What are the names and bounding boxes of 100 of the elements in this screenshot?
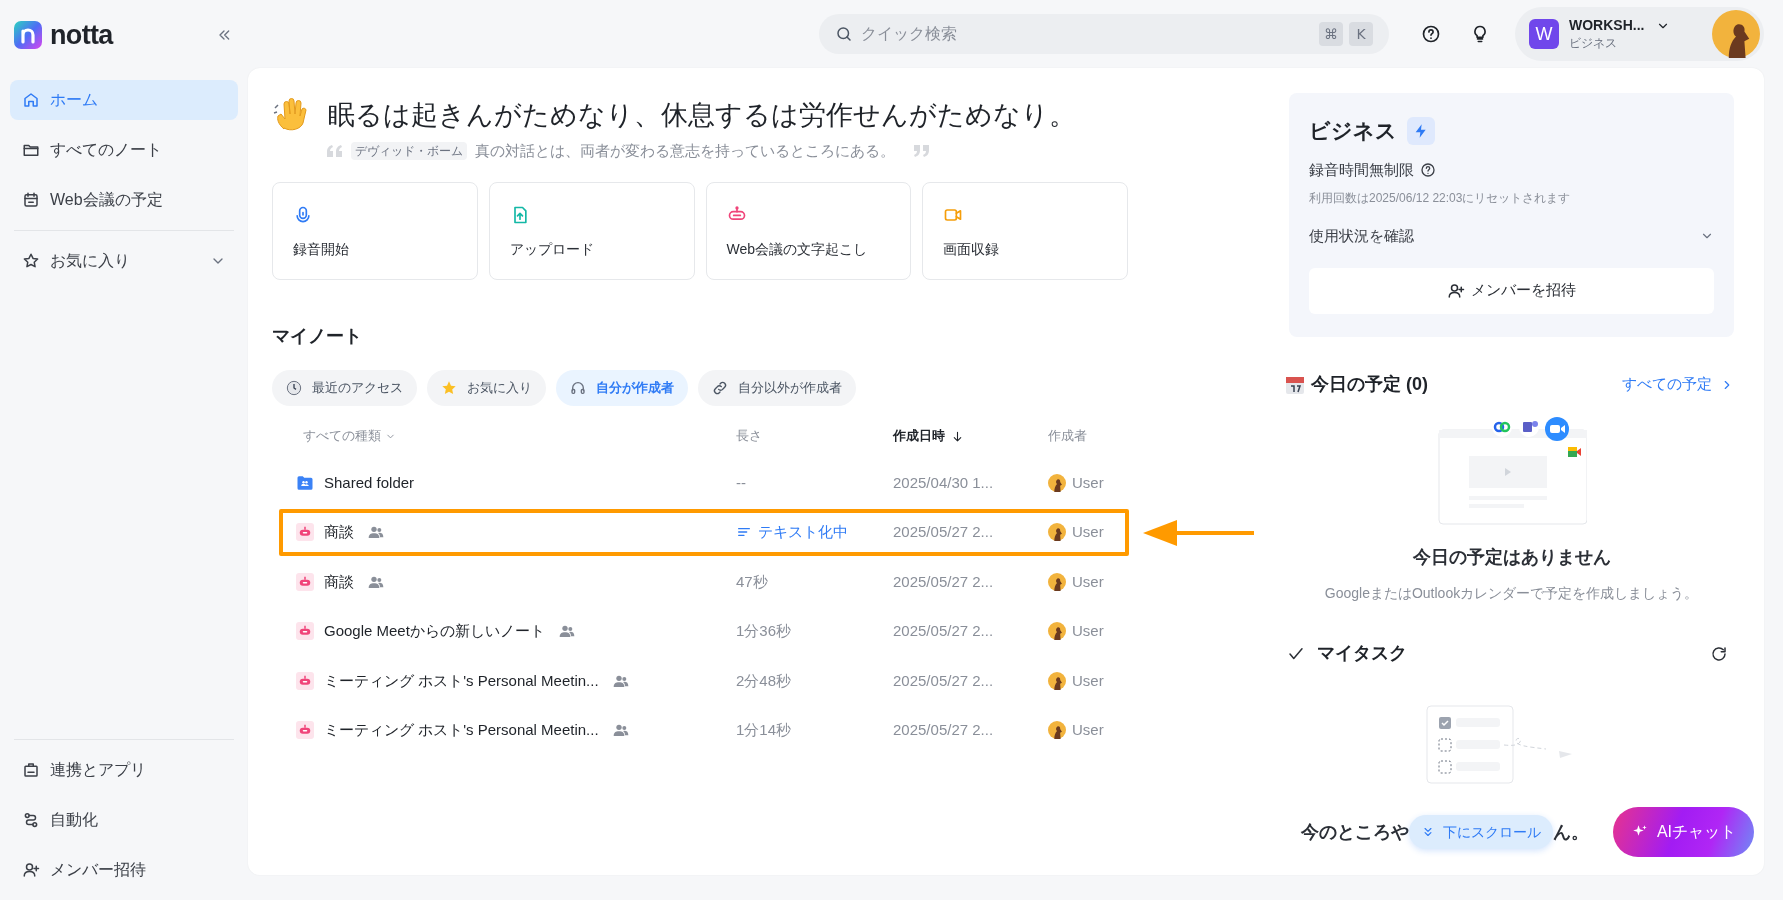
sidebar-item[interactable]: お気に入り: [10, 241, 238, 281]
calendar-icon: [1285, 374, 1305, 395]
note-robot-icon: [296, 721, 314, 740]
flow-icon: [22, 811, 40, 829]
close-quote-icon: [913, 144, 929, 157]
calendar-icon: [22, 191, 40, 209]
plan-title: ビジネス: [1309, 118, 1397, 144]
action-card[interactable]: 録音開始: [272, 182, 478, 280]
logo-icon: [14, 21, 42, 49]
quote-text: 真の対話とは、両者が変わる意志を持っているところにある。: [475, 140, 895, 161]
quote-author: デヴィッド・ボーム: [351, 141, 467, 160]
shortcut-key: ⌘: [1319, 22, 1343, 46]
action-card[interactable]: 画面収録: [922, 182, 1128, 280]
help-icon: [1420, 161, 1436, 178]
plan-limit: 録音時間無制限: [1309, 159, 1414, 180]
schedule-title: 今日の予定 (0): [1311, 373, 1428, 396]
filter-chip[interactable]: 最近のアクセス: [272, 370, 417, 406]
note-date: 2025/05/27 2...: [893, 670, 995, 691]
help-icon: [1421, 24, 1441, 44]
user-avatar: [1048, 721, 1066, 740]
sidebar-item[interactable]: 連携とアプリ: [10, 750, 238, 790]
note-length: 47秒: [736, 571, 769, 592]
ai-chat-button[interactable]: AIチャット: [1612, 807, 1754, 857]
note-robot-icon: [296, 671, 314, 690]
star-icon: [441, 380, 457, 396]
section-title: マイノート: [272, 325, 363, 348]
column-header[interactable]: 作成日時: [893, 426, 1048, 446]
avatar: [1712, 10, 1760, 58]
sidebar-item[interactable]: Web会議の予定: [10, 180, 238, 220]
open-quote-icon: [327, 144, 343, 157]
star-outline-icon: [22, 252, 40, 270]
reset-note: 利用回数は2025/06/12 22:03にリセットされます: [1309, 190, 1572, 207]
creator-name: User: [1072, 472, 1104, 493]
microphone-icon: [293, 205, 313, 225]
user-plus-icon: [22, 861, 40, 879]
sidebar-item[interactable]: メンバー招待: [10, 850, 238, 890]
sort-down-icon: [951, 429, 964, 443]
note-date: 2025/04/30 1...: [893, 472, 995, 493]
note-title[interactable]: 商談: [324, 570, 354, 593]
invite-button[interactable]: メンバーを招待: [1309, 267, 1714, 314]
workspace-name: WORKSH...: [1569, 16, 1645, 35]
filter-chip[interactable]: 自分が作成者: [556, 370, 688, 406]
column-header: 長さ: [736, 427, 763, 446]
creator-name: User: [1072, 571, 1104, 592]
empty-schedule-title: 今日の予定はありません: [1412, 546, 1611, 569]
creator-name: User: [1072, 522, 1104, 542]
processing-status: テキスト化中: [736, 521, 893, 544]
all-schedules-link[interactable]: すべての予定: [1622, 373, 1734, 396]
creator-name: User: [1072, 720, 1104, 740]
clock-icon: [286, 380, 302, 396]
note-title[interactable]: ミーティング ホスト's Personal Meetin...: [324, 669, 599, 692]
shared-folder-icon: [296, 473, 314, 492]
note-title[interactable]: Google Meetからの新しいノート: [324, 620, 545, 643]
double-chevron-down-icon: [1421, 825, 1435, 839]
greeting-title: 眠るは起きんがためなり、休息するは労作せんがためなり。: [328, 99, 1076, 132]
search-icon: [835, 25, 853, 43]
user-avatar: [1048, 572, 1066, 591]
filter-chip[interactable]: お気に入り: [427, 370, 546, 406]
note-date: 2025/05/27 2...: [893, 621, 995, 641]
note-length: --: [736, 472, 747, 493]
workspace-plan: ビジネス: [1569, 36, 1618, 52]
creator-name: User: [1072, 621, 1104, 641]
shortcut-key: K: [1349, 22, 1373, 46]
action-card[interactable]: Web会議の文字起こし: [705, 182, 912, 280]
bolt-badge: [1407, 116, 1435, 145]
note-robot-icon: [296, 572, 314, 591]
note-title[interactable]: Shared folder: [324, 471, 415, 494]
note-robot-icon: [296, 622, 314, 641]
note-title[interactable]: ミーティング ホスト's Personal Meetin...: [324, 719, 599, 742]
user-avatar: [1048, 671, 1066, 690]
user-avatar: [1048, 622, 1066, 641]
usage-toggle[interactable]: 使用状況を確認: [1309, 225, 1714, 248]
note-date: 2025/05/27 2...: [893, 720, 995, 740]
filter-chip[interactable]: 自分以外が作成者: [698, 370, 856, 406]
home-icon: [22, 91, 40, 109]
note-length: 2分48秒: [736, 670, 793, 691]
empty-tasks-text: 今のところや: [1301, 820, 1409, 844]
logo-text: notta: [50, 18, 113, 52]
user-avatar: [1048, 473, 1066, 492]
headphones-icon: [570, 380, 586, 396]
note-length: 1分14秒: [736, 720, 793, 740]
refresh-icon: [1710, 644, 1728, 663]
user-plus-icon: [1447, 281, 1465, 300]
creator-name: User: [1072, 670, 1104, 691]
workspace-initial: W: [1529, 19, 1559, 49]
empty-schedule-text: GoogleまたはOutlookカレンダーで予定を作成しましょう。: [1324, 584, 1699, 603]
note-length: 1分36秒: [736, 621, 793, 641]
column-header: 作成者: [1048, 427, 1088, 446]
sidebar-item[interactable]: すべてのノート: [10, 130, 238, 170]
workspace-switcher[interactable]: W WORKSH... ビジネス: [1515, 7, 1764, 61]
note-date: 2025/05/27 2...: [893, 571, 995, 592]
sidebar-item[interactable]: 自動化: [10, 800, 238, 840]
action-card[interactable]: アップロード: [488, 182, 695, 280]
briefcase-icon: [22, 761, 40, 779]
empty-tasks-text: ん。: [1553, 820, 1589, 844]
link-icon: [712, 380, 728, 396]
note-title[interactable]: 商談: [324, 521, 354, 544]
user-avatar: [1048, 523, 1066, 542]
tasks-title: マイタスク: [1317, 642, 1407, 665]
note-robot-icon: [296, 523, 314, 542]
